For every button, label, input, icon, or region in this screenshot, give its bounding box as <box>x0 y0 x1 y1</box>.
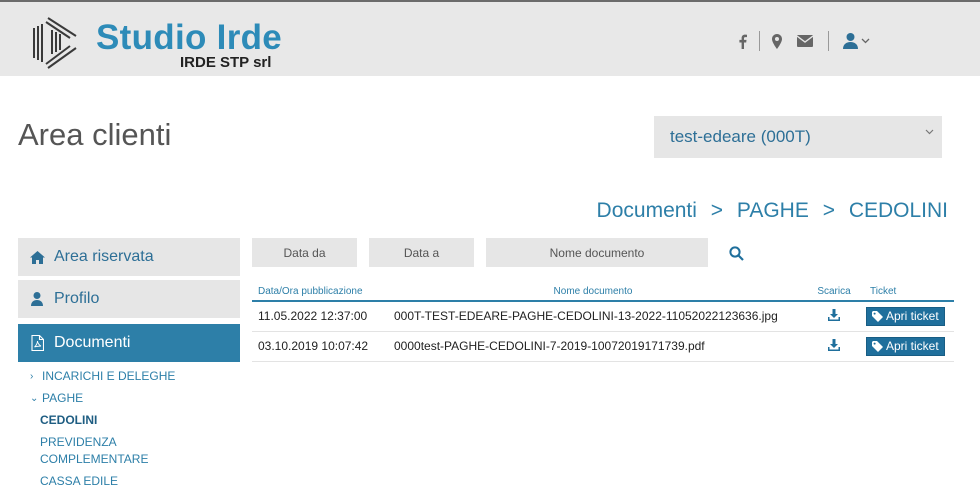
client-select[interactable]: test-edeare (000T) <box>654 116 942 158</box>
cell-date: 11.05.2022 12:37:00 <box>252 301 382 332</box>
sidebar-item-label: Documenti <box>54 334 131 351</box>
user-icon <box>28 290 46 308</box>
logo-subtitle: IRDE STP srl <box>180 54 272 71</box>
header-separator <box>759 31 760 51</box>
page-title: Area clienti <box>18 117 172 152</box>
header-icons <box>731 30 870 52</box>
download-icon[interactable] <box>828 308 840 321</box>
sidebar-item-label: Area riservata <box>54 248 154 265</box>
document-name-input[interactable]: Nome documento <box>486 238 708 267</box>
column-header-download: Scarica <box>804 283 864 302</box>
sidebar-item-area-riservata[interactable]: Area riservata <box>18 238 240 276</box>
table-row: 11.05.2022 12:37:00 000T-TEST-EDEARE-PAG… <box>252 301 954 332</box>
sidebar-subsubmenu: CEDOLINI PREVIDENZA COMPLEMENTARE CASSA … <box>30 412 240 486</box>
date-from-input[interactable]: Data da <box>252 238 357 267</box>
sidebar: Area riservata Profilo Documenti › INCAR… <box>18 238 240 486</box>
chevron-down-icon: ⌄ <box>30 393 39 404</box>
column-header-date[interactable]: Data/Ora pubblicazione <box>252 283 382 302</box>
submenu-item-cassa-edile[interactable]: CASSA EDILE <box>40 473 240 486</box>
breadcrumb-item-documenti[interactable]: Documenti <box>597 199 697 223</box>
chevron-down-icon <box>925 129 934 135</box>
user-icon <box>843 33 858 49</box>
open-ticket-button[interactable]: Apri ticket <box>866 336 945 356</box>
breadcrumb-item-cedolini[interactable]: CEDOLINI <box>849 199 948 223</box>
open-ticket-label: Apri ticket <box>886 339 939 353</box>
table-header-row: Data/Ora pubblicazione Nome documento Sc… <box>252 283 954 302</box>
breadcrumb: Documenti > PAGHE > CEDOLINI <box>597 199 948 223</box>
cell-download <box>804 331 864 362</box>
cell-ticket: Apri ticket <box>864 301 954 332</box>
documents-table: Data/Ora pubblicazione Nome documento Sc… <box>252 283 954 362</box>
submenu-item-label: PAGHE <box>42 391 84 405</box>
breadcrumb-item-paghe[interactable]: PAGHE <box>737 199 809 223</box>
submenu-item-incarichi-deleghe[interactable]: › INCARICHI E DELEGHE <box>30 368 240 385</box>
top-header: Studio Irde IRDE STP srl <box>0 0 980 76</box>
client-select-value: test-edeare (000T) <box>670 127 811 146</box>
home-icon <box>28 248 46 266</box>
submenu-item-previdenza-complementare[interactable]: PREVIDENZA COMPLEMENTARE <box>40 434 170 468</box>
submenu-item-paghe[interactable]: ⌄ PAGHE <box>30 390 240 407</box>
date-to-input[interactable]: Data a <box>369 238 474 267</box>
cell-document-name: 0000test-PAGHE-CEDOLINI-7-2019-100720191… <box>382 331 804 362</box>
sidebar-submenu: › INCARICHI E DELEGHE ⌄ PAGHE CEDOLINI P… <box>18 368 240 486</box>
facebook-icon[interactable] <box>731 30 753 52</box>
cell-document-name: 000T-TEST-EDEARE-PAGHE-CEDOLINI-13-2022-… <box>382 301 804 332</box>
column-header-name[interactable]: Nome documento <box>382 283 804 302</box>
cell-date: 03.10.2019 10:07:42 <box>252 331 382 362</box>
chevron-down-icon <box>861 38 870 44</box>
search-icon[interactable] <box>726 243 746 263</box>
table-row: 03.10.2019 10:07:42 0000test-PAGHE-CEDOL… <box>252 331 954 362</box>
sidebar-item-label: Profilo <box>54 290 100 307</box>
breadcrumb-separator: > <box>822 199 835 222</box>
logo-title: Studio Irde <box>96 18 283 57</box>
chevron-right-icon: › <box>30 371 34 382</box>
tag-icon <box>872 340 883 352</box>
sidebar-item-documenti[interactable]: Documenti <box>18 324 240 362</box>
logo[interactable]: Studio Irde IRDE STP srl <box>30 12 320 72</box>
header-separator <box>828 31 829 51</box>
download-icon[interactable] <box>828 338 840 351</box>
sidebar-item-profilo[interactable]: Profilo <box>18 280 240 318</box>
cell-ticket: Apri ticket <box>864 331 954 362</box>
submenu-item-label: INCARICHI E DELEGHE <box>42 369 176 383</box>
open-ticket-button[interactable]: Apri ticket <box>866 306 945 326</box>
file-pdf-icon <box>28 334 46 352</box>
breadcrumb-separator: > <box>710 199 724 222</box>
submenu-item-cedolini[interactable]: CEDOLINI <box>40 412 240 429</box>
map-marker-icon[interactable] <box>766 30 788 52</box>
column-header-ticket: Ticket <box>864 283 954 302</box>
logo-mark-icon <box>33 17 77 69</box>
user-menu[interactable] <box>843 33 870 49</box>
envelope-icon[interactable] <box>794 30 816 52</box>
cell-download <box>804 301 864 332</box>
open-ticket-label: Apri ticket <box>886 309 939 324</box>
tag-icon <box>872 310 883 322</box>
